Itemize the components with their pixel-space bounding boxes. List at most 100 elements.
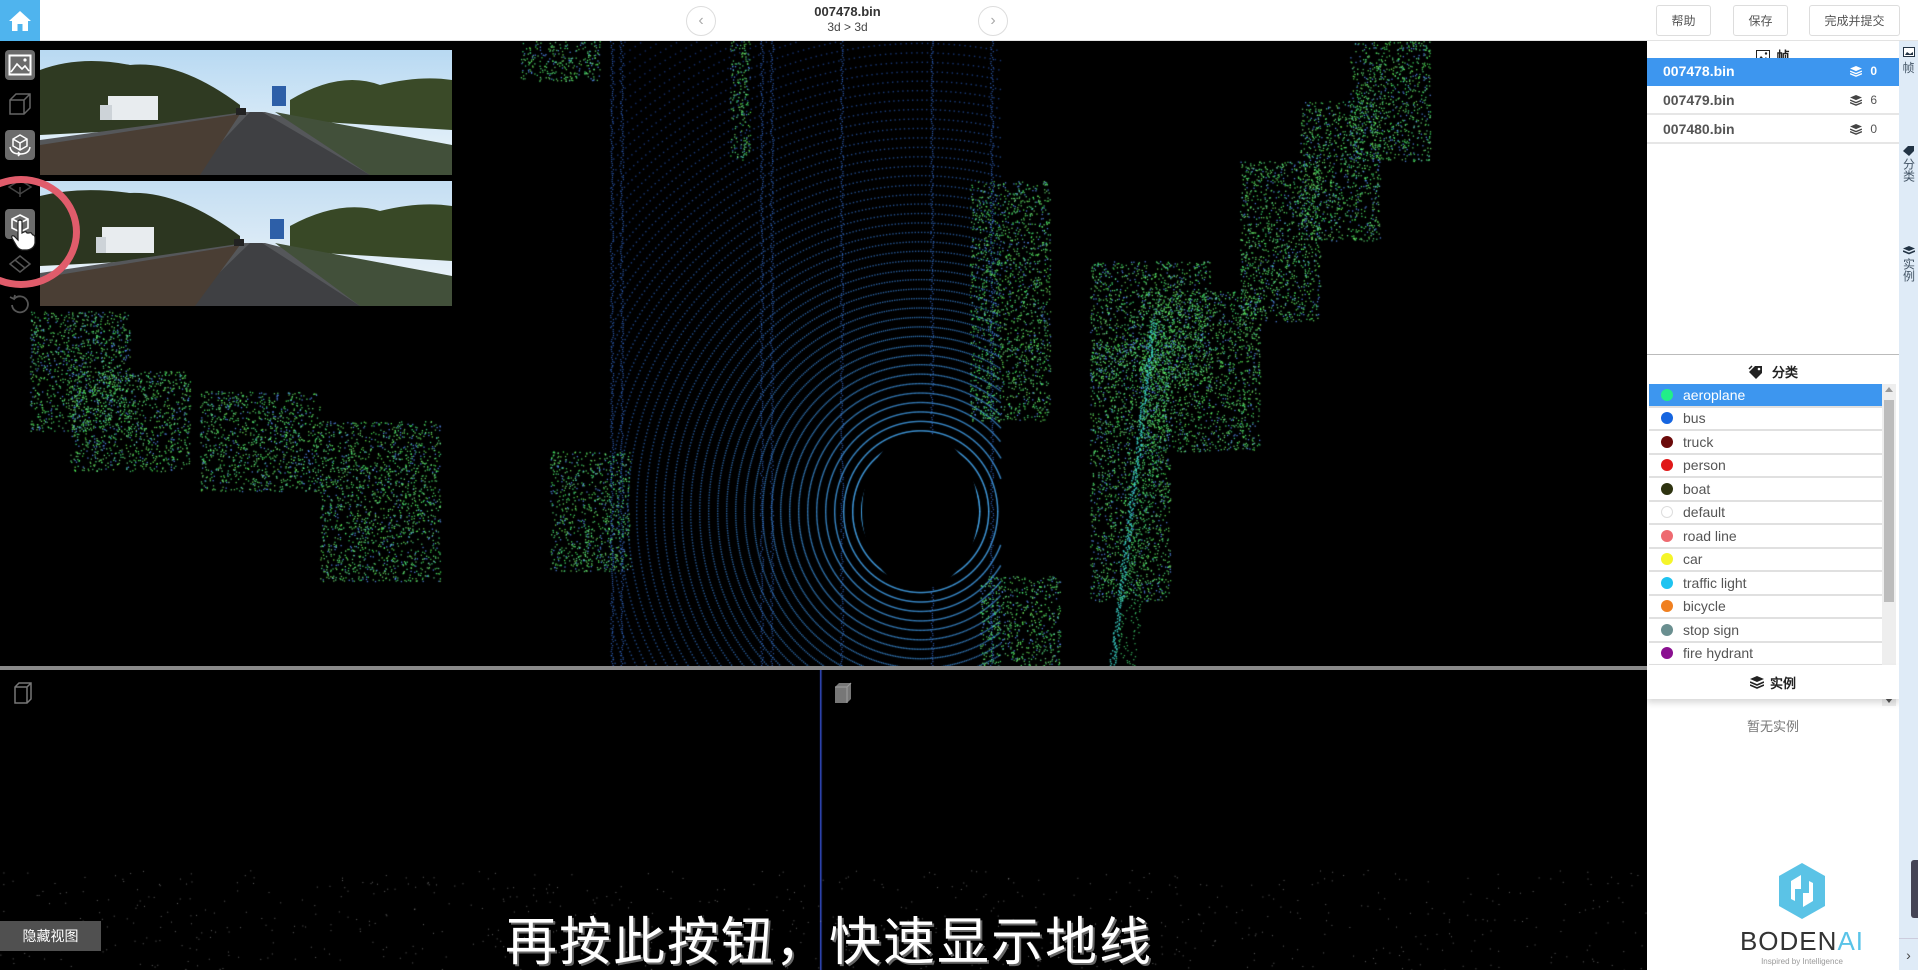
class-label: person: [1683, 457, 1726, 474]
class-item[interactable]: road line: [1649, 525, 1889, 549]
class-label: boat: [1683, 480, 1711, 497]
class-item[interactable]: traffic light: [1649, 572, 1889, 596]
class-item[interactable]: stop sign: [1649, 619, 1889, 643]
prev-frame-button[interactable]: ‹: [686, 6, 716, 36]
frame-instance-count: 6: [1850, 93, 1877, 107]
frame-name: 007480.bin: [1663, 121, 1735, 137]
title-block: 007478.bin 3d > 3d: [760, 4, 935, 35]
class-label: default: [1683, 504, 1726, 521]
rotate-cube-tool[interactable]: [5, 130, 35, 160]
frame-count-value: 6: [1870, 93, 1877, 107]
right-panel: 帧 007478.bin 0 007479.bin 6 007480.bin 0…: [1647, 41, 1899, 970]
layers-icon: [1903, 246, 1915, 255]
class-list[interactable]: aeroplane bus truck person boat default road l…: [1649, 384, 1889, 706]
class-label: fire hydrant: [1683, 645, 1754, 662]
side-tab-frames-label: 帧: [1902, 61, 1915, 75]
frame-count-value: 0: [1870, 122, 1877, 136]
side-tab-strip: 帧 分类 实例: [1899, 41, 1918, 970]
class-color-dot: [1661, 506, 1673, 519]
file-title: 007478.bin: [814, 4, 881, 19]
frame-item[interactable]: 007479.bin 6: [1647, 87, 1899, 115]
hide-view-button[interactable]: 隐藏视图: [0, 921, 101, 951]
frame-instance-count: 0: [1850, 122, 1877, 136]
class-color-dot: [1661, 482, 1673, 495]
next-frame-button[interactable]: ›: [978, 6, 1008, 36]
class-item[interactable]: car: [1649, 548, 1889, 572]
camera-image-2[interactable]: [40, 181, 452, 306]
class-item[interactable]: aeroplane: [1649, 384, 1889, 408]
diamond-plane-icon: [8, 255, 32, 273]
class-label: bus: [1683, 410, 1706, 427]
home-button[interactable]: [0, 0, 40, 41]
side-view-cube-icon[interactable]: [12, 680, 34, 706]
chevron-right-icon: ›: [1906, 946, 1911, 963]
side-tab-classes[interactable]: 分类: [1902, 146, 1916, 182]
no-instances-text: 暂无实例: [1746, 719, 1799, 734]
class-label: traffic light: [1683, 574, 1747, 591]
save-button[interactable]: 保存: [1733, 5, 1788, 36]
classes-title: 分类: [1771, 365, 1798, 380]
frame-item[interactable]: 007478.bin 0: [1647, 58, 1899, 86]
class-item[interactable]: truck: [1649, 431, 1889, 455]
scroll-up-arrow-icon[interactable]: [1885, 387, 1893, 392]
class-color-dot: [1661, 412, 1673, 425]
class-label: car: [1683, 551, 1703, 568]
class-item[interactable]: boat: [1649, 478, 1889, 502]
image-icon: [8, 54, 32, 76]
class-item[interactable]: person: [1649, 454, 1889, 478]
class-color-dot: [1661, 647, 1673, 660]
help-button[interactable]: 帮助: [1656, 5, 1711, 36]
cube-tool[interactable]: [5, 89, 35, 119]
ground-plane-icon: [7, 179, 33, 197]
side-tab-instances[interactable]: 实例: [1902, 246, 1916, 282]
annotation-app: ‹ 007478.bin 3d > 3d › 帮助 保存 完成并提交 隐藏视图 …: [0, 0, 1918, 970]
layers-icon: [1850, 65, 1863, 77]
tags-icon: [1748, 364, 1762, 379]
class-item[interactable]: bicycle: [1649, 595, 1889, 619]
class-item[interactable]: default: [1649, 501, 1889, 525]
image-icon: [1902, 47, 1915, 57]
logo-tagline: Inspired by Intelligence: [1761, 957, 1843, 966]
collapse-panel-button[interactable]: ›: [1899, 938, 1918, 970]
camera-scene-2: [40, 181, 452, 306]
class-label: stop sign: [1683, 621, 1740, 638]
class-label: road line: [1683, 527, 1737, 544]
image-view-tool[interactable]: [5, 50, 35, 80]
frame-instance-count: 0: [1850, 64, 1877, 78]
ground-tool[interactable]: [5, 173, 35, 203]
side-tab-classes-label: 分类: [1901, 158, 1916, 182]
logo-name-accent: AI: [1837, 926, 1865, 956]
level-meter: [1911, 860, 1918, 918]
chevron-left-icon: ‹: [698, 12, 704, 29]
side-tab-frames[interactable]: 帧: [1899, 47, 1918, 76]
layers-icon: [1850, 94, 1863, 106]
logo-wordmark: BODENAI: [1732, 926, 1872, 957]
instances-title: 实例: [1769, 675, 1796, 691]
class-item[interactable]: fire hydrant: [1649, 642, 1889, 666]
class-label: aeroplane: [1683, 386, 1746, 403]
class-color-dot: [1661, 388, 1673, 401]
video-subtitle: 再按此按钮，快速显示地线: [505, 913, 1154, 970]
class-color-dot: [1661, 576, 1673, 589]
hand-cursor-icon: [11, 219, 36, 251]
reset-view-tool[interactable]: [5, 289, 35, 319]
classes-header: 分类: [1647, 354, 1899, 388]
class-item[interactable]: bus: [1649, 407, 1889, 431]
cube-wireframe-icon: [9, 93, 31, 115]
class-color-dot: [1661, 600, 1673, 613]
camera-image-1[interactable]: [40, 50, 452, 175]
logo-name-main: BODEN: [1739, 926, 1838, 956]
layers-icon: [1850, 123, 1863, 135]
submit-button[interactable]: 完成并提交: [1809, 5, 1900, 36]
frame-name: 007479.bin: [1663, 92, 1735, 108]
class-list-scrollbar[interactable]: [1882, 384, 1896, 706]
top-bar: ‹ 007478.bin 3d > 3d › 帮助 保存 完成并提交: [0, 0, 1918, 41]
frame-item[interactable]: 007480.bin 0: [1647, 116, 1899, 144]
left-toolbar: [0, 41, 40, 331]
frame-name: 007478.bin: [1663, 63, 1735, 79]
class-label: bicycle: [1683, 598, 1726, 615]
front-view-cube-icon[interactable]: [832, 680, 854, 706]
scrollbar-thumb[interactable]: [1884, 400, 1894, 602]
breadcrumb: 3d > 3d: [827, 20, 868, 34]
plane-tool[interactable]: [5, 249, 35, 279]
